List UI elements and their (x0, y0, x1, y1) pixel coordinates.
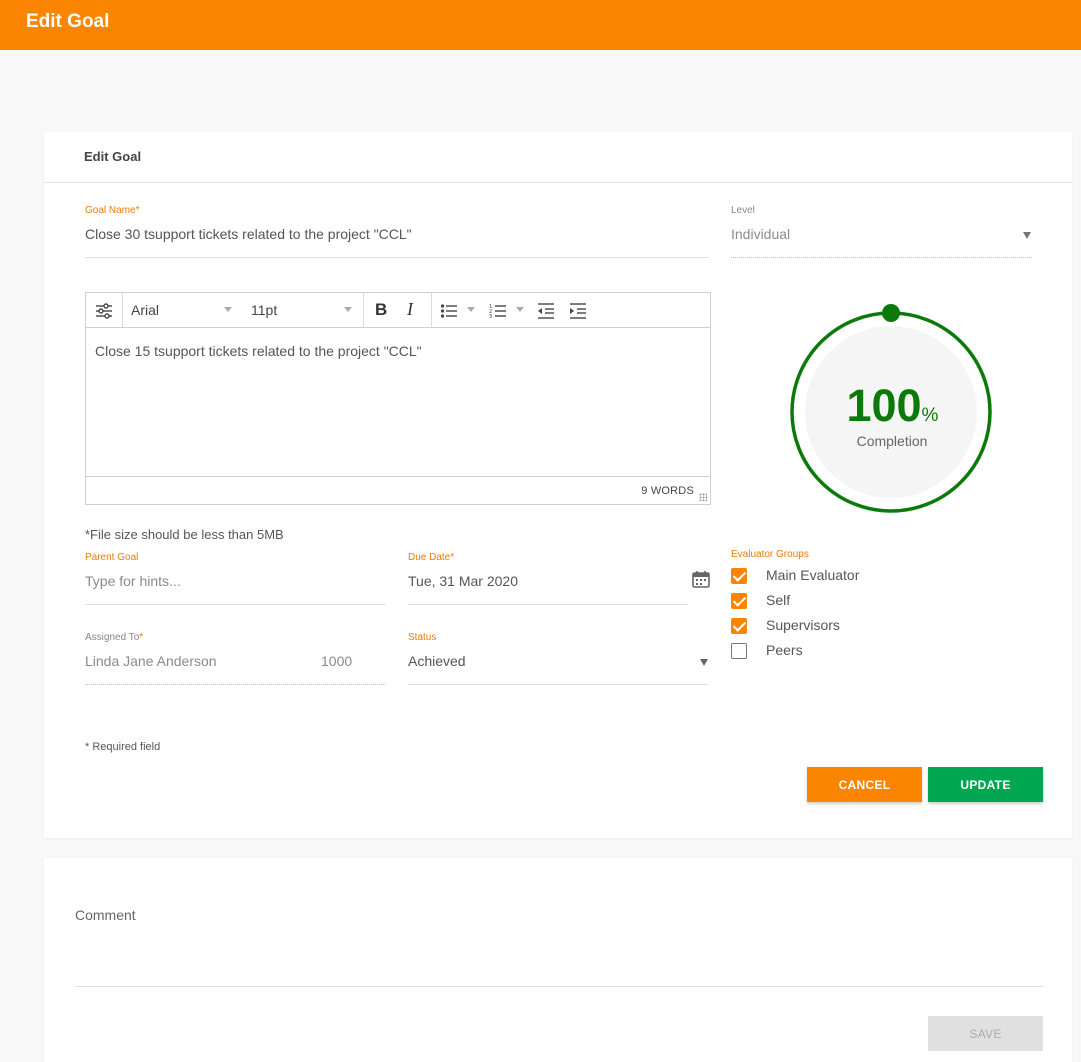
file-size-note: *File size should be less than 5MB (85, 527, 284, 542)
font-family-caret-icon[interactable] (224, 307, 232, 312)
font-family-select[interactable]: Arial (131, 302, 159, 318)
status-label: Status (408, 632, 437, 643)
comment-label: Comment (75, 907, 136, 923)
comment-underline (75, 986, 1043, 987)
status-underline (408, 684, 709, 685)
parent-goal-input[interactable]: Type for hints... (85, 573, 181, 589)
bold-icon[interactable]: B (375, 300, 387, 320)
bullet-list-caret-icon[interactable] (467, 307, 475, 312)
word-count: 9 WORDS (641, 485, 694, 497)
resize-handle-icon[interactable] (699, 493, 707, 501)
editor-toolbar: Arial 11pt B I 123 (86, 293, 710, 328)
outdent-icon[interactable] (537, 302, 555, 320)
due-date-underline (408, 604, 688, 605)
top-bar: Edit Goal (0, 0, 1081, 50)
goal-name-underline (85, 257, 709, 258)
parent-goal-underline (85, 604, 386, 605)
save-button[interactable]: SAVE (928, 1016, 1043, 1051)
description-editor[interactable]: Arial 11pt B I 123 Close 15 tsupport tic… (85, 292, 711, 505)
required-field-note: * Required field (85, 741, 161, 753)
evaluator-checkbox-label: Self (766, 592, 791, 608)
completion-value: 100 (846, 380, 921, 431)
numbered-list-caret-icon[interactable] (516, 307, 524, 312)
level-underline (731, 257, 1032, 258)
parent-goal-label: Parent Goal (85, 552, 139, 563)
comment-card: Comment SAVE (44, 858, 1072, 1062)
numbered-list-icon[interactable]: 123 (489, 302, 507, 320)
comment-input[interactable] (75, 928, 1043, 984)
status-dropdown-arrow-icon[interactable] (700, 659, 708, 666)
goal-name-input[interactable]: Close 30 tsupport tickets related to the… (85, 226, 412, 242)
assigned-to-id: 1000 (321, 653, 353, 669)
level-dropdown-arrow-icon[interactable] (1023, 232, 1031, 239)
update-button[interactable]: UPDATE (928, 767, 1043, 802)
italic-icon[interactable]: I (407, 299, 413, 320)
completion-unit: % (922, 405, 939, 426)
completion-handle[interactable] (882, 304, 900, 322)
level-label: Level (731, 205, 755, 216)
edit-goal-card: Edit Goal Goal Name* Close 30 tsupport t… (44, 132, 1072, 838)
due-date-label: Due Date* (408, 552, 455, 563)
evaluator-checkbox-label: Supervisors (766, 617, 840, 633)
font-size-select[interactable]: 11pt (251, 302, 277, 318)
evaluator-checkbox[interactable] (731, 643, 747, 659)
evaluator-checkbox-label: Peers (766, 642, 803, 658)
sliders-icon[interactable] (95, 302, 113, 320)
bullet-list-icon[interactable] (440, 302, 458, 320)
evaluator-checkbox[interactable] (731, 593, 747, 609)
status-select[interactable]: Achieved (408, 653, 466, 669)
assigned-to-label: Assigned To* (85, 632, 144, 643)
completion-label: Completion (857, 433, 928, 449)
evaluator-checkbox[interactable] (731, 618, 747, 634)
card-header: Edit Goal (44, 132, 1072, 183)
editor-content[interactable]: Close 15 tsupport tickets related to the… (95, 343, 422, 359)
evaluator-checkbox[interactable] (731, 568, 747, 584)
goal-name-label: Goal Name* (85, 205, 140, 216)
due-date-input[interactable]: Tue, 31 Mar 2020 (408, 573, 518, 589)
assigned-to-underline (85, 684, 386, 685)
cancel-button[interactable]: CANCEL (807, 767, 922, 802)
completion-gauge: 100 % Completion (790, 304, 992, 513)
assigned-to-input[interactable]: Linda Jane Anderson (85, 653, 217, 669)
calendar-icon[interactable] (691, 569, 711, 589)
indent-icon[interactable] (569, 302, 587, 320)
font-size-caret-icon[interactable] (344, 307, 352, 312)
evaluator-checkbox-label: Main Evaluator (766, 567, 860, 583)
card-title: Edit Goal (84, 149, 142, 164)
editor-statusbar: 9 WORDS (86, 476, 710, 504)
level-select[interactable]: Individual (731, 226, 790, 242)
page-title: Edit Goal (26, 11, 110, 32)
evaluator-groups-label: Evaluator Groups (731, 549, 809, 560)
svg-text:3: 3 (489, 314, 492, 320)
